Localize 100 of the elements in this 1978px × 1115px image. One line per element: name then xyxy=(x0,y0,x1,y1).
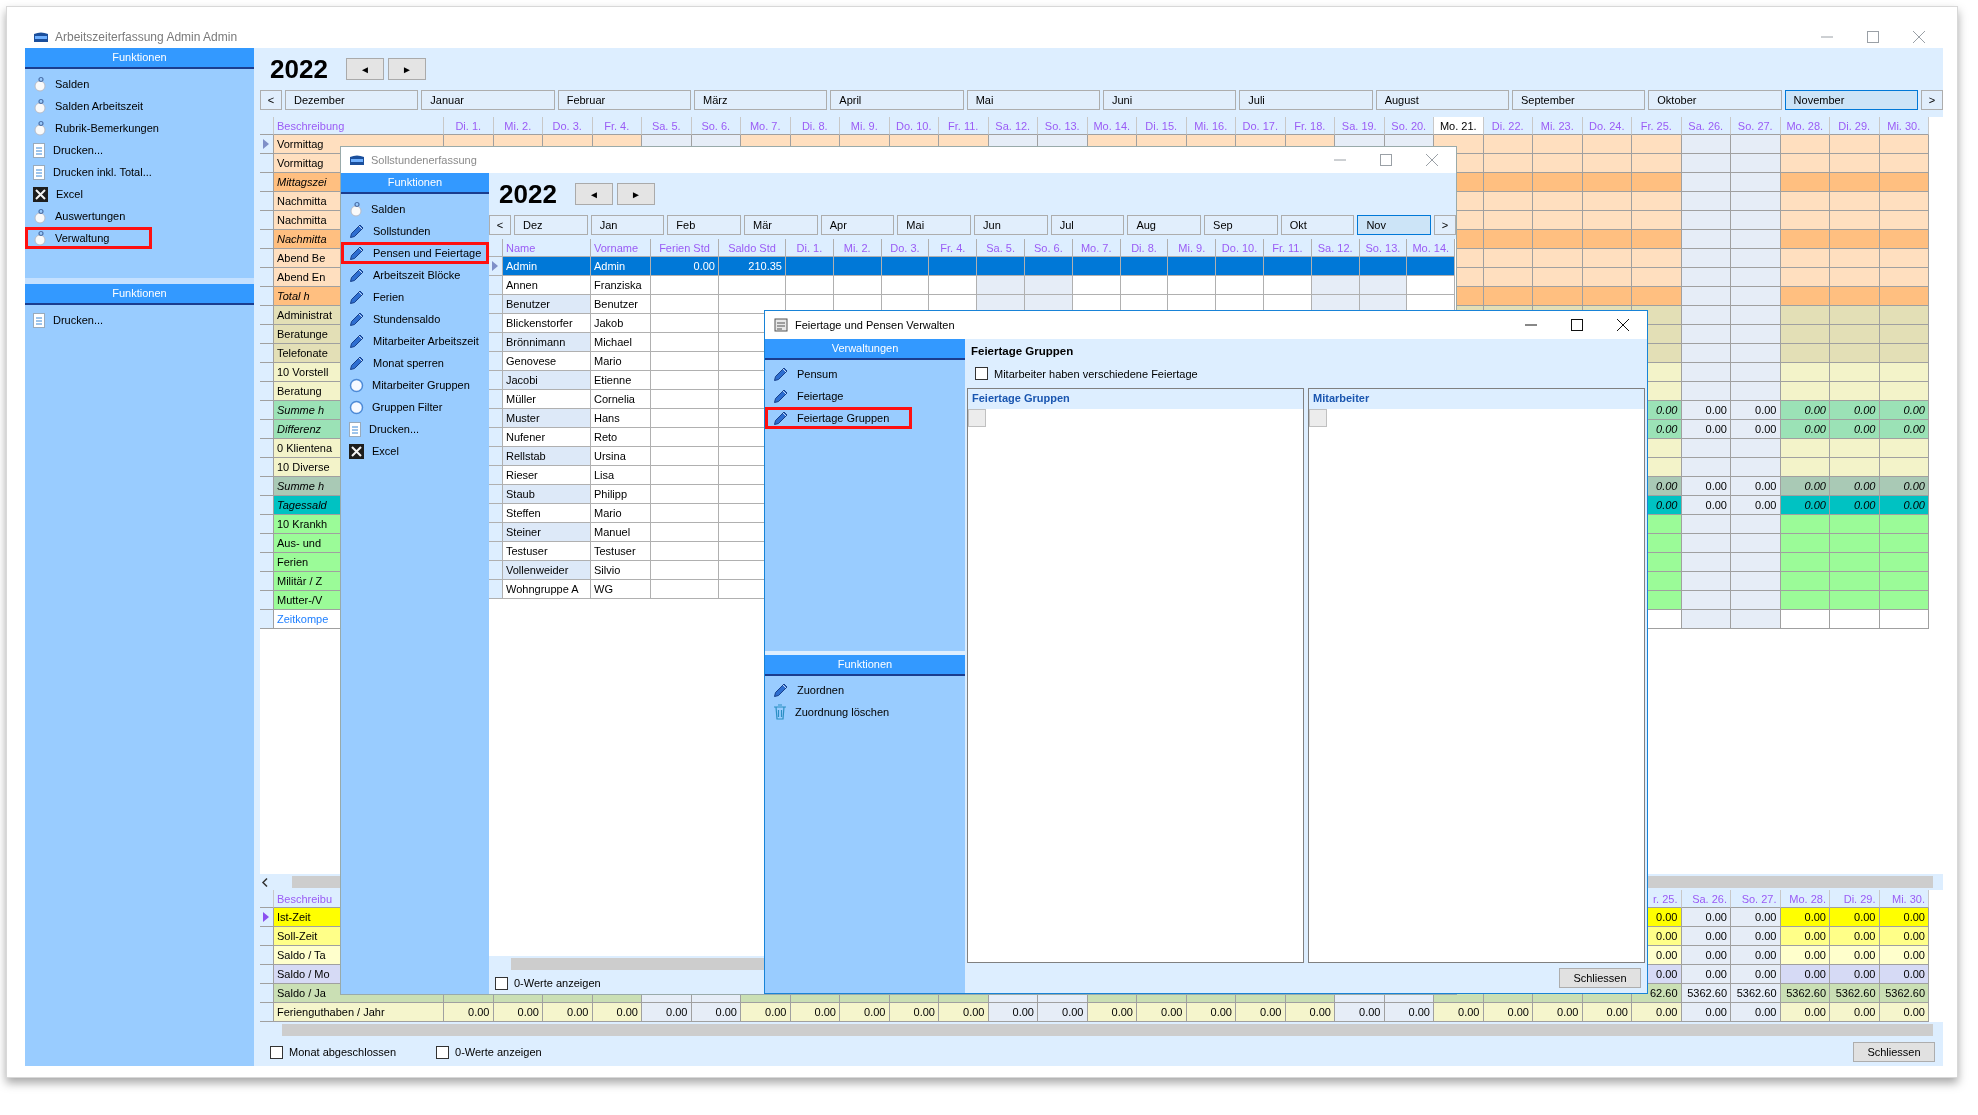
previous-month-button[interactable]: < xyxy=(489,215,511,235)
month-tab[interactable]: April xyxy=(830,90,964,110)
row-header-cell[interactable] xyxy=(260,173,274,192)
next-month-button[interactable]: > xyxy=(1434,215,1457,235)
row-header-cell[interactable] xyxy=(260,965,274,984)
row-header-cell[interactable] xyxy=(489,447,503,466)
month-tab[interactable]: Jan xyxy=(590,215,665,235)
month-tab[interactable]: Januar xyxy=(421,90,555,110)
row-header-cell[interactable] xyxy=(489,485,503,504)
close-icon[interactable] xyxy=(1617,319,1629,331)
month-tab[interactable]: Mär xyxy=(744,215,818,235)
row-header-cell[interactable] xyxy=(260,534,274,553)
row-header-cell[interactable] xyxy=(489,371,503,390)
row-header-cell[interactable] xyxy=(260,1003,274,1022)
checkbox[interactable] xyxy=(495,976,508,990)
row-header-cell[interactable] xyxy=(260,268,274,287)
row-header-cell[interactable] xyxy=(260,287,274,306)
month-tab[interactable]: September xyxy=(1511,90,1646,110)
sidebar-item[interactable]: Feiertage Gruppen xyxy=(765,407,913,429)
month-tab[interactable]: Juni xyxy=(1102,90,1237,110)
sidebar-item[interactable]: Drucken inkl. Total... xyxy=(25,161,160,183)
row-header-cell[interactable] xyxy=(260,211,274,230)
next-year-button[interactable]: ► xyxy=(387,58,426,80)
previous-year-button[interactable]: ◄ xyxy=(345,58,384,80)
row-header-cell[interactable] xyxy=(260,572,274,591)
row-header-cell[interactable] xyxy=(489,390,503,409)
row-header-cell[interactable] xyxy=(489,561,503,580)
month-tab[interactable]: März xyxy=(694,90,828,110)
row-header-cell[interactable] xyxy=(489,523,503,542)
close-button[interactable]: Schliessen xyxy=(1559,968,1641,988)
row-header-cell[interactable] xyxy=(260,984,274,1003)
row-header-cell[interactable] xyxy=(260,610,274,629)
next-month-button[interactable]: > xyxy=(1920,90,1943,110)
row-header-cell[interactable] xyxy=(260,306,274,325)
month-tab[interactable]: Jul xyxy=(1050,215,1125,235)
row-header-cell[interactable] xyxy=(489,352,503,371)
sidebar-item[interactable]: Salden Arbeitszeit xyxy=(25,95,152,117)
row-header-cell[interactable] xyxy=(260,458,274,477)
row-header-cell[interactable] xyxy=(260,439,274,458)
sidebar-item[interactable]: Feiertage xyxy=(765,385,852,407)
row-header-cell[interactable] xyxy=(260,325,274,344)
month-tab[interactable]: Mai xyxy=(897,215,972,235)
row-header-cell[interactable] xyxy=(489,504,503,523)
sidebar-item[interactable]: Zuordnen xyxy=(765,679,853,701)
month-tab[interactable]: Apr xyxy=(820,215,895,235)
month-tab[interactable]: Feb xyxy=(667,215,741,235)
sidebar-item[interactable]: Ferien xyxy=(341,286,413,308)
checkbox[interactable] xyxy=(975,367,988,380)
month-tab[interactable]: August xyxy=(1375,90,1509,110)
sidebar-item[interactable]: Pensen und Feiertage xyxy=(341,242,490,264)
row-header-cell[interactable] xyxy=(260,515,274,534)
row-header-cell[interactable] xyxy=(260,192,274,211)
scroll-left-icon[interactable] xyxy=(260,877,270,887)
sidebar-item[interactable]: Auswertungen xyxy=(25,205,134,227)
month-tab[interactable]: Mai xyxy=(966,90,1100,110)
next-year-button[interactable]: ► xyxy=(616,183,655,205)
row-header-cell[interactable] xyxy=(260,230,274,249)
month-tab[interactable]: Jun xyxy=(974,215,1048,235)
row-header-cell[interactable] xyxy=(260,927,274,946)
previous-year-button[interactable]: ◄ xyxy=(574,183,613,205)
row-header-cell[interactable] xyxy=(260,946,274,965)
row-header-cell[interactable] xyxy=(260,420,274,439)
month-tab[interactable]: Dezember xyxy=(285,90,419,110)
month-tab[interactable]: Februar xyxy=(557,90,691,110)
row-header-cell[interactable] xyxy=(489,276,503,295)
row-header-cell[interactable] xyxy=(489,542,503,561)
row-header-cell[interactable] xyxy=(260,344,274,363)
row-header-cell[interactable] xyxy=(489,333,503,352)
month-tab[interactable]: Aug xyxy=(1127,215,1202,235)
row-header-cell[interactable] xyxy=(260,401,274,420)
row-header-cell[interactable] xyxy=(489,257,503,276)
month-tab[interactable]: Sep xyxy=(1204,215,1278,235)
row-header-cell[interactable] xyxy=(260,154,274,173)
row-header-cell[interactable] xyxy=(260,135,274,154)
row-header-cell[interactable] xyxy=(489,466,503,485)
sidebar-item[interactable]: Rubrik-Bemerkungen xyxy=(25,117,167,139)
row-header-cell[interactable] xyxy=(260,477,274,496)
sidebar-item[interactable]: Pensum xyxy=(765,363,846,385)
sidebar-item[interactable]: Excel xyxy=(25,183,91,205)
sidebar-item[interactable]: Verwaltung xyxy=(25,227,153,249)
scrollbar[interactable] xyxy=(282,1024,1933,1036)
row-header-cell[interactable] xyxy=(489,409,503,428)
row-header-cell[interactable] xyxy=(260,496,274,515)
checkbox[interactable] xyxy=(270,1045,283,1059)
row-header-cell[interactable] xyxy=(260,908,274,927)
row-header-cell[interactable] xyxy=(489,295,503,314)
month-tab[interactable]: Dez xyxy=(514,215,588,235)
month-tab[interactable]: Okt xyxy=(1280,215,1355,235)
checkbox[interactable] xyxy=(436,1045,449,1059)
row-header-cell[interactable] xyxy=(260,382,274,401)
sidebar-item[interactable]: Drucken... xyxy=(25,309,112,331)
maximize-icon[interactable] xyxy=(1571,319,1583,331)
row-header-cell[interactable] xyxy=(489,580,503,599)
sidebar-item[interactable]: Drucken... xyxy=(25,139,112,161)
close-button[interactable]: Schliessen xyxy=(1853,1042,1935,1062)
month-tab[interactable]: Oktober xyxy=(1648,90,1782,110)
month-tab[interactable]: Juli xyxy=(1239,90,1373,110)
sidebar-item[interactable]: Drucken... xyxy=(341,418,428,440)
row-header-cell[interactable] xyxy=(489,314,503,333)
sidebar-item[interactable]: Salden xyxy=(25,73,98,95)
